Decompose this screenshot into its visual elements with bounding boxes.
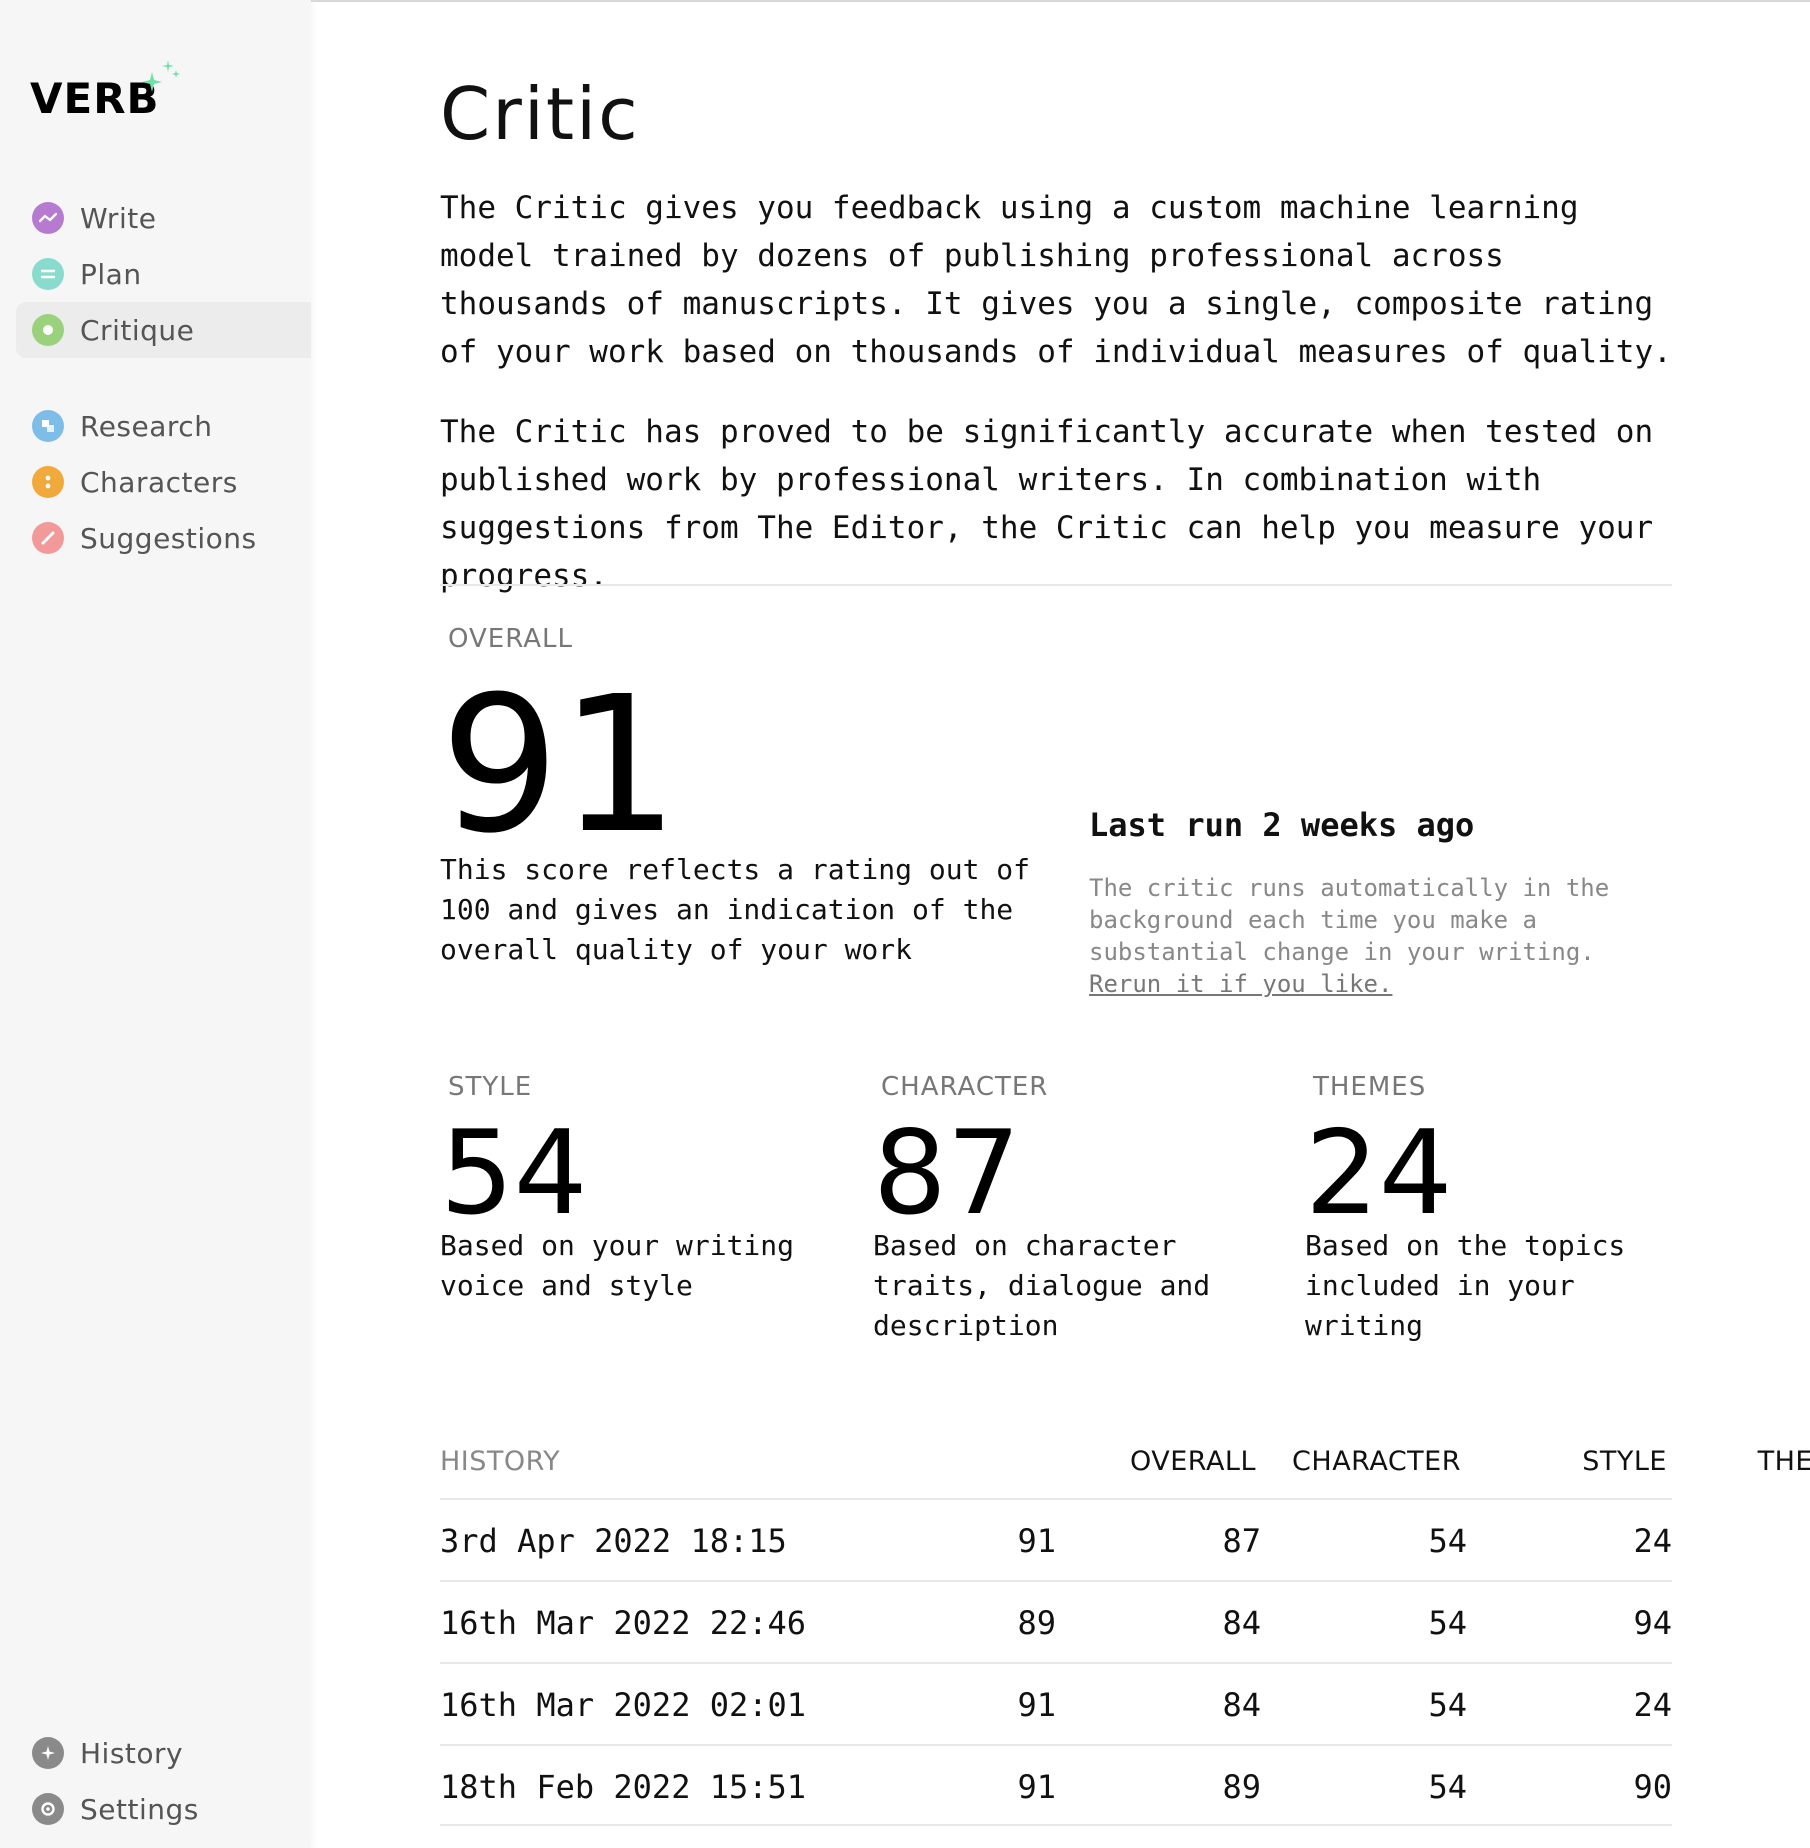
themes-score: 24 (1305, 1106, 1453, 1241)
rerun-link[interactable]: Rerun it if you like. (1089, 970, 1392, 998)
colon-icon (32, 466, 64, 498)
table-row[interactable]: 3rd Apr 2022 18:15 91 87 54 24 (440, 1498, 1672, 1580)
overall-score: 91 (440, 656, 680, 875)
history-date: 16th Mar 2022 22:46 (440, 1604, 807, 1642)
history-header-date: HISTORY (440, 1446, 561, 1477)
sidebar-item-suggestions[interactable]: Suggestions (16, 510, 311, 566)
sparkle-icon (142, 60, 180, 92)
style-description: Based on your writing voice and style (440, 1229, 795, 1302)
history-date: 3rd Apr 2022 18:15 (440, 1522, 787, 1560)
gear-icon (32, 1793, 64, 1825)
history-overall: 91 (1017, 1686, 1056, 1724)
sidebar-item-write[interactable]: Write (16, 190, 311, 246)
history-themes: 94 (1633, 1604, 1672, 1642)
intro-paragraph: The Critic has proved to be significantl… (440, 414, 1654, 594)
sidebar-item-label: Plan (80, 257, 142, 291)
page-title: Critic (440, 72, 640, 156)
sidebar-item-label: Write (80, 201, 157, 235)
history-icon (32, 1737, 64, 1769)
table-row[interactable]: 18th Feb 2022 15:51 91 89 54 90 (440, 1744, 1672, 1826)
history-themes: 90 (1633, 1768, 1672, 1806)
history-style: 54 (1428, 1768, 1467, 1806)
history-character: 89 (1222, 1768, 1261, 1806)
sidebar-item-plan[interactable]: Plan (16, 246, 311, 302)
themes-description: Based on the topics included in your wri… (1305, 1229, 1626, 1342)
history-themes: 24 (1633, 1686, 1672, 1724)
table-row[interactable]: 16th Mar 2022 22:46 89 84 54 94 (440, 1580, 1672, 1662)
sidebar-item-label: Settings (80, 1792, 199, 1826)
sidebar-item-label: Suggestions (80, 521, 257, 555)
history-date: 16th Mar 2022 02:01 (440, 1686, 807, 1724)
history-header-themes: THEMES (1757, 1446, 1810, 1477)
history-style: 54 (1428, 1686, 1467, 1724)
sidebar-item-characters[interactable]: Characters (16, 454, 311, 510)
history-overall: 91 (1017, 1768, 1056, 1806)
overall-label: OVERALL (448, 624, 573, 654)
themes-label: THEMES (1313, 1072, 1427, 1102)
sidebar-item-research[interactable]: Research (16, 398, 311, 454)
overall-description: This score reflects a rating out of 100 … (440, 853, 1031, 966)
sidebar: VERB Write Plan Critique Research Charac… (0, 0, 311, 1848)
history-character: 84 (1222, 1686, 1261, 1724)
trend-icon (32, 202, 64, 234)
pencil-icon (32, 522, 64, 554)
character-description: Based on character traits, dialogue and … (873, 1229, 1211, 1342)
sidebar-item-label: Research (80, 409, 213, 443)
character-label: CHARACTER (881, 1072, 1049, 1102)
history-character: 87 (1222, 1522, 1261, 1560)
style-score: 54 (440, 1106, 588, 1241)
sidebar-item-label: Critique (80, 313, 195, 347)
last-run-note: The critic runs automatically in the bac… (1089, 872, 1679, 1000)
intro-paragraph: The Critic gives you feedback using a cu… (440, 190, 1672, 370)
history-style: 54 (1428, 1604, 1467, 1642)
history-header-character: CHARACTER (1292, 1446, 1461, 1477)
sidebar-item-label: Characters (80, 465, 238, 499)
history-themes: 24 (1633, 1522, 1672, 1560)
history-overall: 89 (1017, 1604, 1056, 1642)
last-run-title: Last run 2 weeks ago (1089, 806, 1475, 844)
history-style: 54 (1428, 1522, 1467, 1560)
history-overall: 91 (1017, 1522, 1056, 1560)
list-icon (32, 258, 64, 290)
history-date: 18th Feb 2022 15:51 (440, 1768, 807, 1806)
last-run-note-text: The critic runs automatically in the bac… (1089, 874, 1610, 966)
sidebar-item-history[interactable]: History (16, 1725, 311, 1781)
top-border (311, 0, 1810, 2)
history-character: 84 (1222, 1604, 1261, 1642)
divider (440, 584, 1672, 586)
sidebar-item-label: History (80, 1736, 184, 1770)
table-row[interactable]: 16th Mar 2022 02:01 91 84 54 24 (440, 1662, 1672, 1744)
character-score: 87 (873, 1106, 1021, 1241)
circle-dot-icon (32, 314, 64, 346)
style-label: STYLE (448, 1072, 533, 1102)
history-header-style: STYLE (1582, 1446, 1667, 1477)
sidebar-item-settings[interactable]: Settings (16, 1781, 311, 1837)
research-icon (32, 410, 64, 442)
sidebar-item-critique[interactable]: Critique (16, 302, 311, 358)
